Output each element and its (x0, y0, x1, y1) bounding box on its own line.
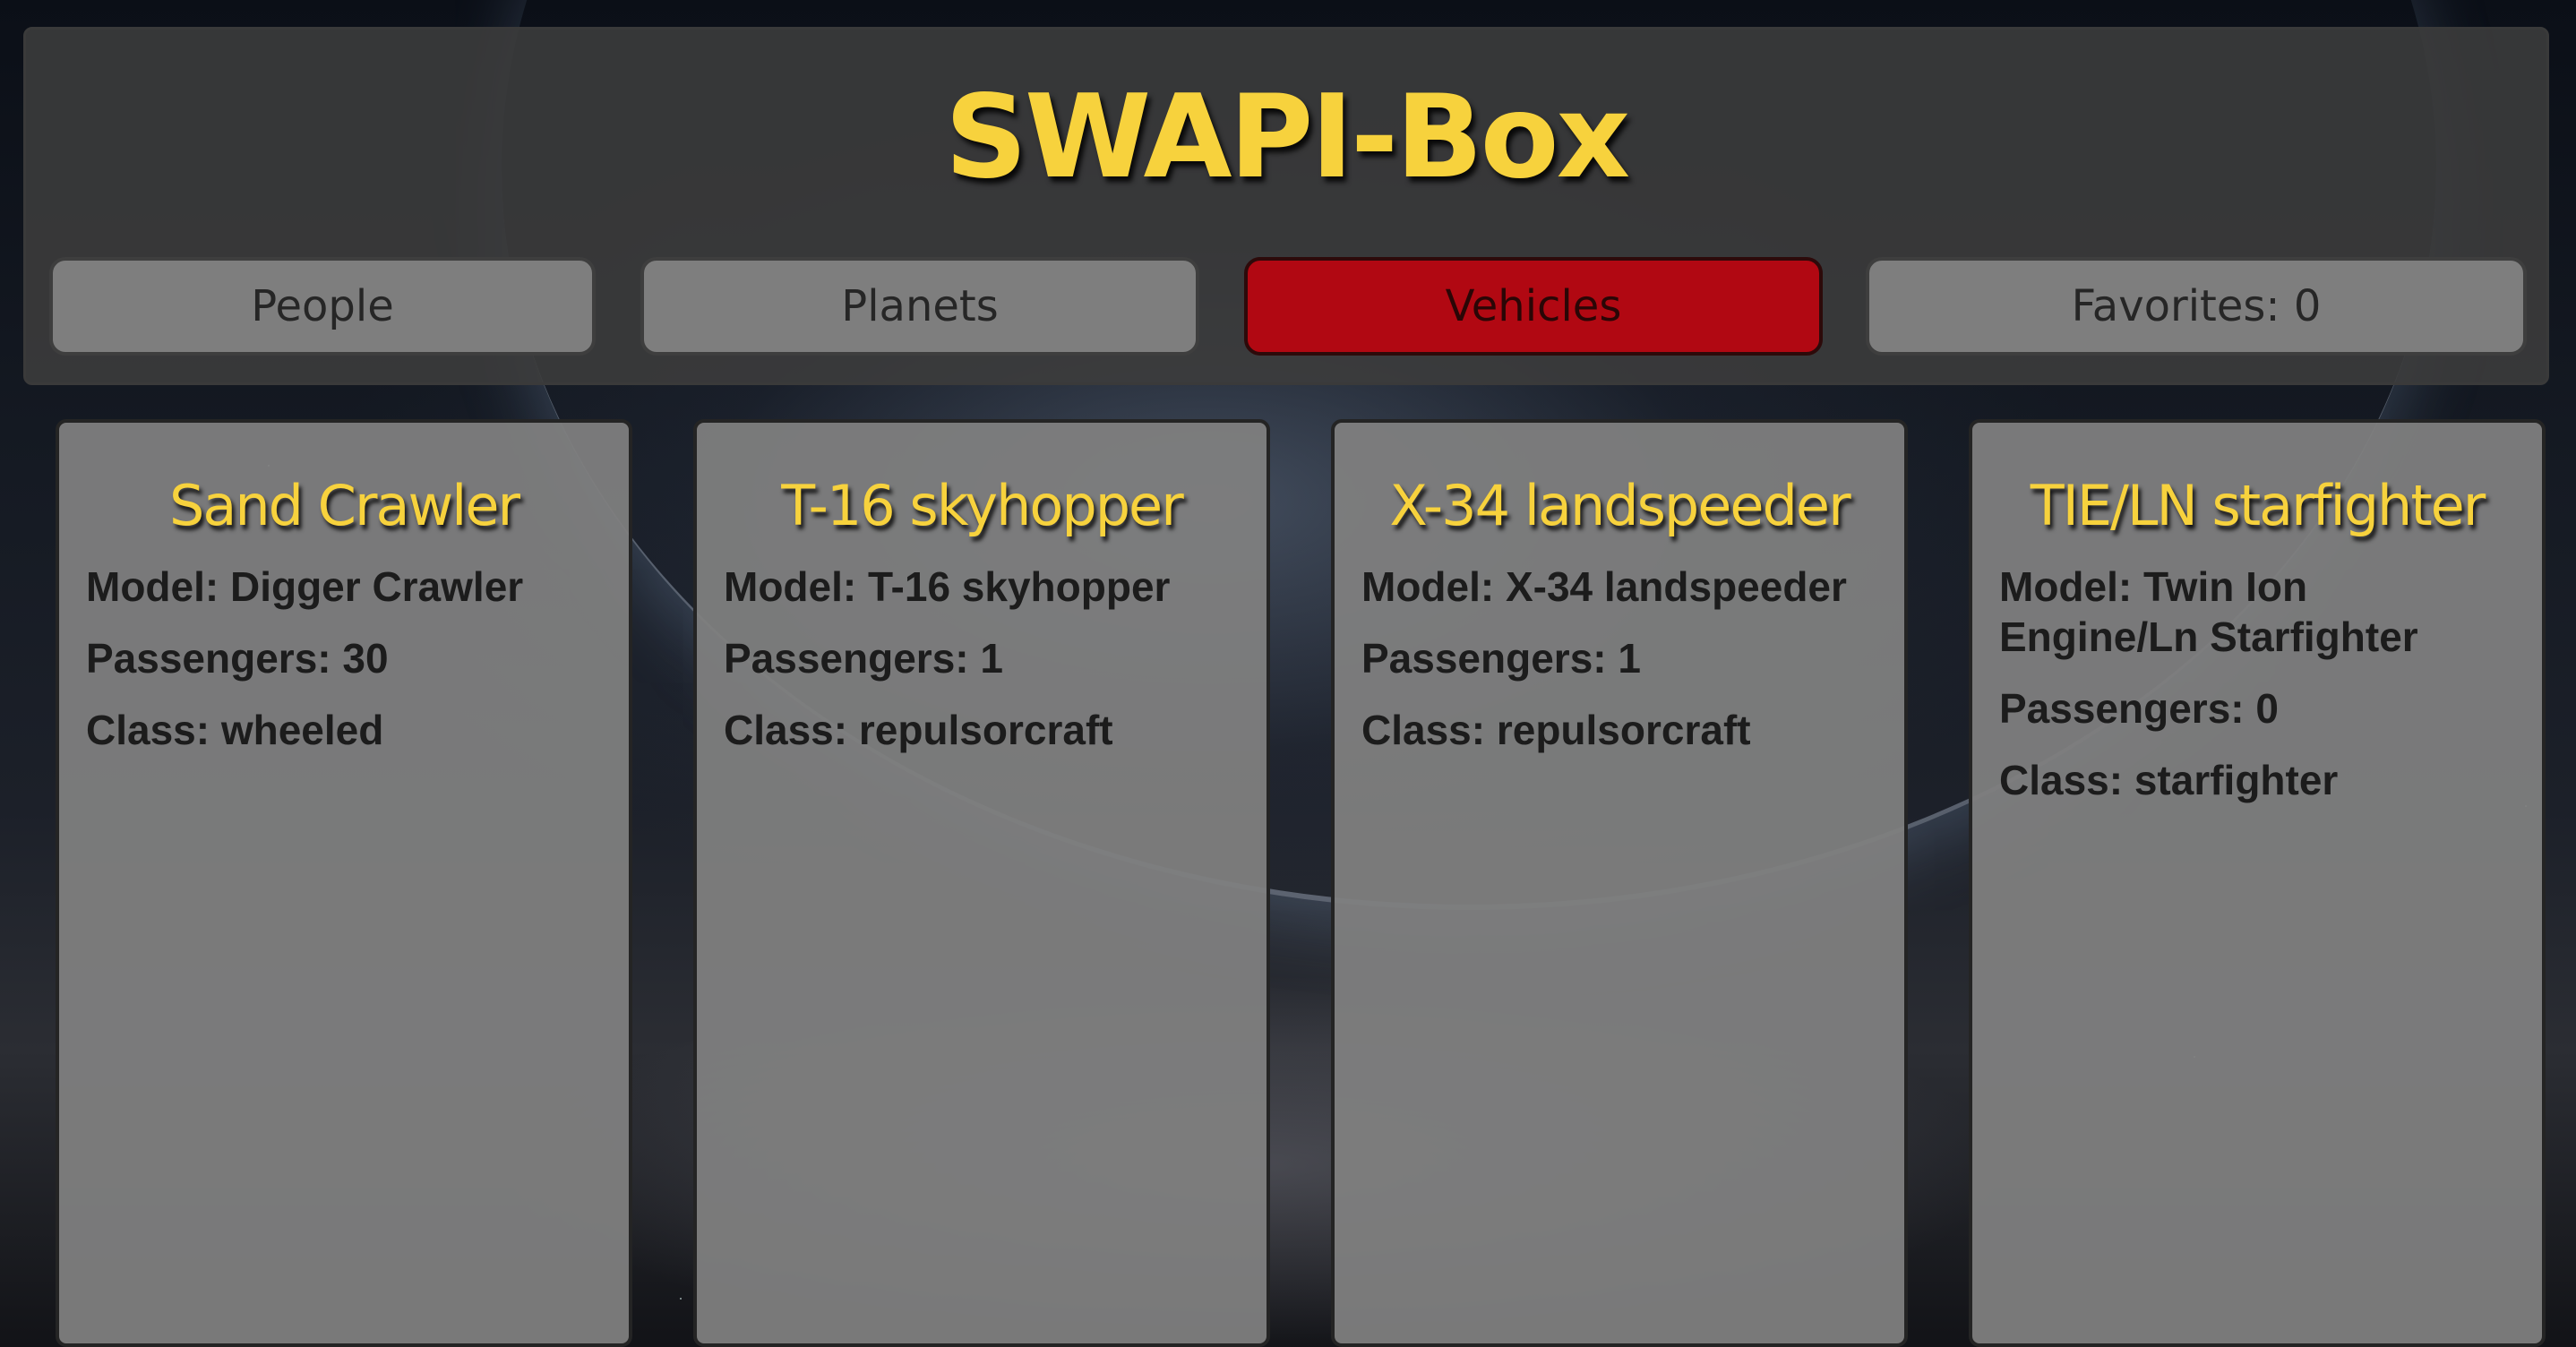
vehicle-name: T-16 skyhopper (781, 473, 1183, 538)
vehicle-name: X-34 landspeeder (1389, 473, 1850, 538)
vehicle-class: Class: wheeled (86, 707, 384, 753)
planets-button[interactable]: Planets (640, 257, 1199, 356)
app-title: SWAPI-Box (944, 71, 1630, 204)
vehicle-passengers: Passengers: 1 (724, 635, 1003, 682)
vehicle-model: Model: X-34 landspeeder (1361, 563, 1847, 610)
vehicle-passengers: Passengers: 30 (86, 635, 389, 682)
vehicle-card[interactable]: TIE/LN starfighter Model: Twin Ion Engin… (1969, 419, 2546, 1347)
vehicle-card[interactable]: Sand Crawler Model: Digger Crawler Passe… (56, 419, 632, 1347)
vehicle-card[interactable]: X-34 landspeeder Model: X-34 landspeeder… (1331, 419, 1908, 1347)
vehicle-name: Sand Crawler (168, 473, 520, 538)
vehicle-class: Class: repulsorcraft (724, 707, 1113, 753)
vehicle-model: Model: T-16 skyhopper (724, 563, 1171, 610)
vehicle-card[interactable]: T-16 skyhopper Model: T-16 skyhopper Pas… (693, 419, 1270, 1347)
app-header: SWAPI-Box People Planets Vehicles Favori… (23, 27, 2549, 385)
vehicle-passengers: Passengers: 1 (1361, 635, 1641, 682)
vehicle-class: Class: repulsorcraft (1361, 707, 1751, 753)
vehicle-model: Model: Digger Crawler (86, 563, 524, 610)
vehicle-name: TIE/LN starfighter (2030, 473, 2486, 538)
vehicle-class: Class: starfighter (1999, 757, 2339, 803)
vehicle-model: Model: Twin Ion Engine/Ln Starfighter (1999, 563, 2418, 660)
vehicle-passengers: Passengers: 0 (1999, 685, 2279, 732)
vehicles-button[interactable]: Vehicles (1244, 257, 1823, 356)
people-button[interactable]: People (49, 257, 596, 356)
favorites-button[interactable]: Favorites: 0 (1866, 257, 2527, 356)
